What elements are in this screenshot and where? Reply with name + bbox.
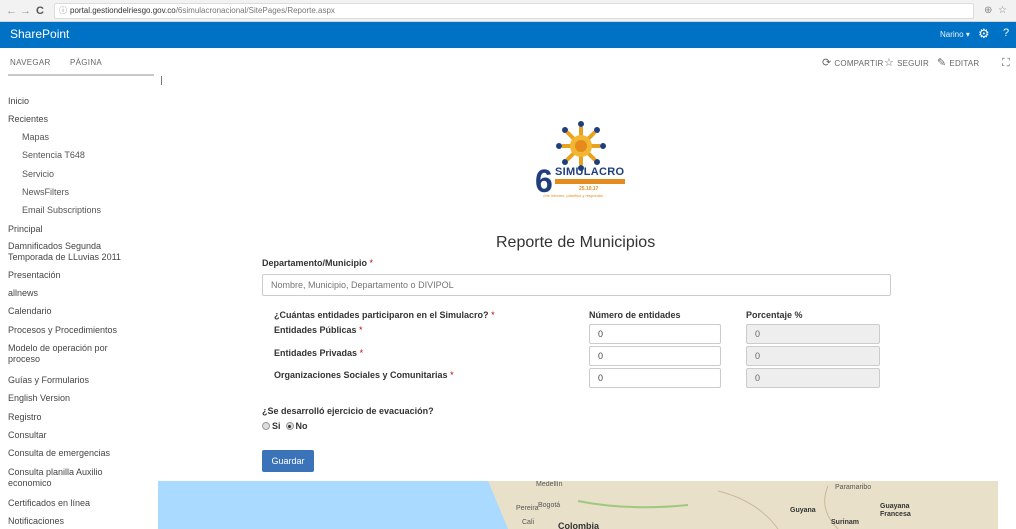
page-title: Reporte de Municipios — [496, 234, 656, 251]
privadas-percent-field: 0 — [746, 346, 880, 366]
map-label-pereira: Pereira — [516, 505, 539, 512]
tab-underline — [8, 74, 154, 76]
simulacro-banner: 6 SIMULACRO 25.10.17 ¡Me informo, planif… — [535, 120, 647, 212]
nav-guias[interactable]: Guías y Formularios — [8, 375, 158, 386]
map-label-colombia: Colombia — [558, 521, 600, 529]
municipio-search-input[interactable] — [262, 274, 891, 296]
evac-radio-group: Si No — [262, 421, 308, 431]
nav-recientes[interactable]: Recientes — [8, 114, 158, 125]
nav-newsfilters[interactable]: NewsFilters — [22, 187, 172, 198]
nav-servicio[interactable]: Servicio — [22, 169, 172, 180]
ribbon: NAVEGAR PÁGINA ⟳ COMPARTIR ☆ SEGUIR ✎ EDITA… — [0, 48, 1016, 85]
organizaciones-number-input[interactable]: 0 — [589, 368, 721, 388]
radio-no-label: No — [295, 421, 308, 431]
divider — [161, 76, 162, 85]
share-icon: ⟳ — [822, 57, 832, 69]
row-label-organizaciones: Organizaciones Sociales y Comunitarias * — [274, 370, 454, 380]
url-path: /6simulacronacional/SitePages/Reporte.as… — [175, 6, 335, 15]
row-label-publicas: Entidades Públicas * — [274, 325, 363, 335]
edit-button[interactable]: ✎ EDITAR — [937, 57, 980, 69]
publicas-percent-field: 0 — [746, 324, 880, 344]
map-label-guyana: Guyana — [790, 507, 816, 514]
gear-icon[interactable]: ⚙ — [978, 26, 990, 42]
forward-icon[interactable]: → — [20, 3, 31, 19]
nav-modelo-operacion[interactable]: Modelo de operación por proceso — [8, 343, 136, 365]
star-icon: ☆ — [884, 57, 895, 69]
share-label: COMPARTIR — [834, 58, 884, 68]
sun-logo-icon — [556, 121, 606, 171]
map-label-paramaribo: Paramaribo — [835, 484, 872, 491]
organizaciones-percent-field: 0 — [746, 368, 880, 388]
entities-question: ¿Cuántas entidades participaron en el Si… — [274, 310, 495, 320]
evac-question: ¿Se desarrolló ejercicio de evacuación? — [262, 406, 434, 416]
map-label-cali: Cali — [522, 519, 535, 526]
map-label-bogota: Bogotá — [538, 502, 561, 509]
tab-navegar[interactable]: NAVEGAR — [10, 58, 51, 67]
share-button[interactable]: ⟳ COMPARTIR — [822, 57, 884, 69]
follow-label: SEGUIR — [897, 58, 929, 68]
back-icon[interactable]: ← — [6, 3, 17, 19]
pencil-icon: ✎ — [937, 57, 947, 69]
map-view[interactable]: Medellín Pereira Bogotá Cali Colombia Gu… — [158, 481, 998, 529]
col-number-header: Número de entidades — [589, 310, 681, 320]
url-host: portal.gestiondelriesgo.gov.co — [70, 6, 176, 15]
chevron-down-icon: ▾ — [965, 30, 970, 39]
nav-allnews[interactable]: allnews — [8, 288, 158, 299]
col-percent-header: Porcentaje % — [746, 310, 803, 320]
nav-notificaciones[interactable]: Notificaciones — [8, 516, 158, 527]
save-button[interactable]: Guardar — [262, 450, 314, 472]
nav-consulta-planilla[interactable]: Consulta planilla Auxilio economico — [8, 467, 140, 489]
nav-sentencia[interactable]: Sentencia T648 — [22, 150, 172, 161]
browser-toolbar: ← → C ⓘ portal.gestiondelriesgo.gov.co/6s… — [0, 0, 1016, 22]
map-label-surinam: Surinam — [831, 519, 860, 526]
nav-email-subscriptions[interactable]: Email Subscriptions — [22, 205, 172, 216]
sharepoint-suite-bar: SharePoint Narino ▾ ⚙ ? — [0, 22, 1016, 48]
publicas-number-input[interactable]: 0 — [589, 324, 721, 344]
row-label-privadas: Entidades Privadas * — [274, 348, 364, 358]
radio-si-label: Si — [272, 421, 281, 431]
nav-calendario[interactable]: Calendario — [8, 306, 158, 317]
banner-tagline: ¡Me informo, planifico y respondo! — [543, 193, 604, 198]
banner-stripe — [555, 179, 625, 184]
radio-no[interactable] — [285, 422, 294, 430]
info-icon: ⓘ — [59, 6, 67, 15]
user-name: Narino — [940, 30, 964, 39]
nav-english-version[interactable]: English Version — [8, 393, 158, 404]
sharepoint-logo[interactable]: SharePoint — [10, 27, 69, 41]
nav-procesos[interactable]: Procesos y Procedimientos — [8, 325, 158, 336]
nav-consulta-emergencias[interactable]: Consulta de emergencias — [8, 448, 158, 459]
nav-principal[interactable]: Principal — [8, 224, 158, 235]
banner-date: 25.10.17 — [579, 186, 599, 192]
nav-inicio[interactable]: Inicio — [8, 96, 158, 107]
privadas-number-input[interactable]: 0 — [589, 346, 721, 366]
dept-label: Departamento/Municipio * — [262, 258, 374, 268]
address-bar[interactable]: ⓘ portal.gestiondelriesgo.gov.co/6simulac… — [54, 3, 974, 19]
nav-damnificados[interactable]: Damnificados Segunda Temporada de LLuvia… — [8, 241, 148, 263]
map-label-guayana-francesa: Guayana Francesa — [880, 503, 911, 518]
nav-certificados[interactable]: Certificados en línea — [8, 498, 158, 509]
user-menu[interactable]: Narino ▾ — [940, 30, 970, 39]
nav-mapas[interactable]: Mapas — [22, 132, 172, 143]
focus-icon[interactable]: ⛶ — [1002, 58, 1010, 69]
nav-consultar[interactable]: Consultar — [8, 430, 158, 441]
quick-launch: Inicio Recientes Mapas Sentencia T648 Se… — [0, 78, 158, 529]
map-label-medellin: Medellín — [536, 481, 563, 488]
follow-button[interactable]: ☆ SEGUIR — [884, 57, 929, 69]
bookmark-star-icon[interactable]: ☆ — [998, 4, 1007, 18]
required-mark: * — [369, 258, 374, 268]
reload-icon[interactable]: C — [36, 3, 44, 19]
tab-pagina[interactable]: PÁGINA — [70, 58, 102, 67]
nav-registro[interactable]: Registro — [8, 412, 158, 423]
nav-presentacion[interactable]: Presentación — [8, 270, 158, 281]
zoom-icon[interactable]: ⊕ — [984, 4, 992, 18]
help-icon[interactable]: ? — [1003, 27, 1009, 39]
banner-title: SIMULACRO — [555, 166, 625, 178]
edit-label: EDITAR — [949, 58, 980, 68]
radio-si[interactable] — [262, 422, 270, 430]
